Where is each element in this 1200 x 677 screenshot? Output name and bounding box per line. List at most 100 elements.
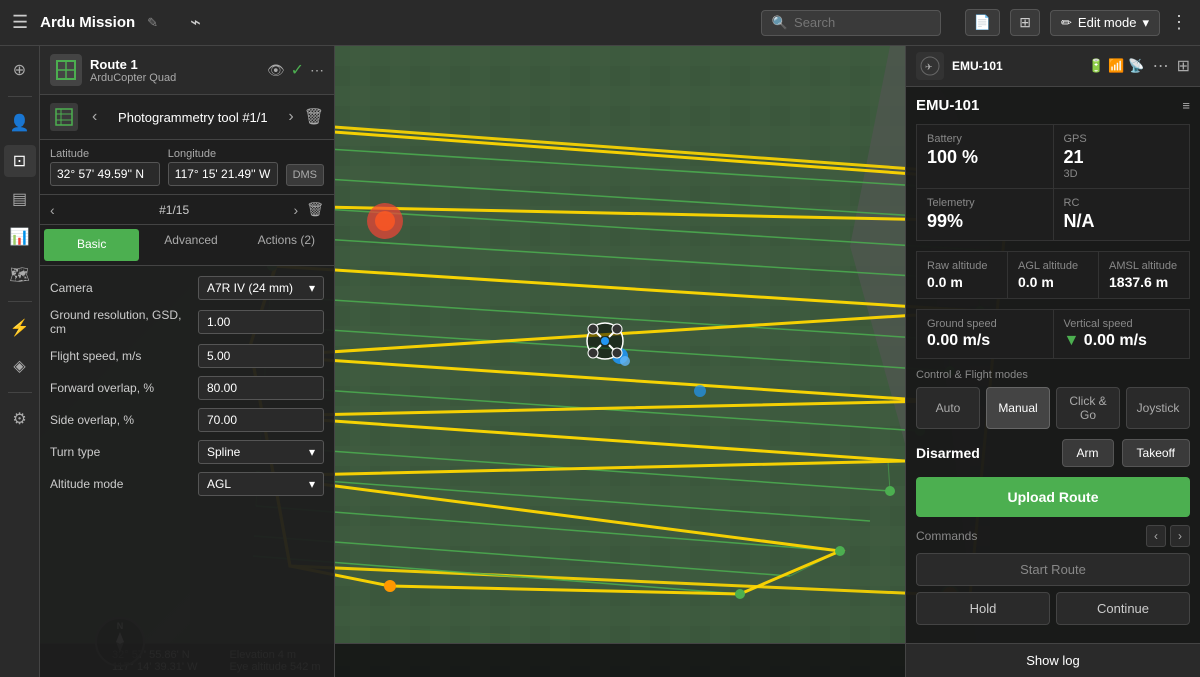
edit-mode-label: Edit mode — [1078, 15, 1137, 30]
altitude-mode-select[interactable]: AGL ▾ — [198, 472, 324, 496]
vertical-speed-label: Vertical speed — [1064, 318, 1180, 330]
route-panel: Route 1 ArduCopter Quad 👁 ✓ ⋯ ‹ Photogra… — [40, 46, 335, 677]
show-log-button[interactable]: Show log — [905, 643, 1200, 677]
agl-alt-cell: AGL altitude 0.0 m — [1008, 252, 1098, 298]
more-icon[interactable]: ⋮ — [1170, 12, 1188, 33]
visibility-icon[interactable]: 👁 — [267, 62, 285, 79]
search-icon: 🔍 — [772, 15, 788, 31]
mini-drone-more-icon[interactable]: ⋯ — [1153, 56, 1169, 76]
raw-alt-label: Raw altitude — [927, 260, 997, 272]
turn-type-label: Turn type — [50, 445, 190, 459]
speed-input[interactable] — [198, 344, 324, 368]
vertical-speed-number: 0.00 m/s — [1084, 332, 1147, 349]
sidebar-item-actions[interactable]: ⚡ — [4, 312, 36, 344]
gps-sub: 3D — [1064, 168, 1180, 180]
camera-select[interactable]: A7R IV (24 mm) ▾ — [198, 276, 324, 300]
sidebar-item-settings[interactable]: ⚙ — [4, 403, 36, 435]
agl-alt-label: AGL altitude — [1018, 260, 1088, 272]
latitude-group: Latitude — [50, 148, 160, 186]
altitude-mode-chevron: ▾ — [309, 477, 315, 491]
telemetry-value: 99% — [927, 211, 1043, 232]
upload-route-button[interactable]: Upload Route — [916, 477, 1190, 517]
param-speed: Flight speed, m/s — [50, 344, 324, 368]
tab-basic[interactable]: Basic — [44, 229, 139, 261]
dms-button[interactable]: DMS — [286, 164, 324, 186]
continue-button[interactable]: Continue — [1056, 592, 1190, 625]
sidebar-item-add[interactable]: ⊕ — [4, 54, 36, 86]
start-route-button[interactable]: Start Route — [916, 553, 1190, 586]
commands-next-btn[interactable]: › — [1170, 525, 1190, 547]
tab-actions[interactable]: Actions (2) — [239, 225, 334, 265]
wp-count: #1/15 — [63, 203, 286, 217]
longitude-input[interactable] — [168, 162, 278, 186]
side-overlap-input[interactable] — [198, 408, 324, 432]
vertical-speed-cell: Vertical speed ▼ 0.00 m/s — [1054, 310, 1190, 358]
latitude-input[interactable] — [50, 162, 160, 186]
menu-icon[interactable]: ☰ — [12, 12, 28, 33]
app-title: Ardu Mission — [40, 14, 135, 31]
route-more-icon[interactable]: ⋯ — [310, 62, 324, 79]
layers-icon-btn[interactable]: ⊞ — [1010, 9, 1040, 36]
param-altitude-mode: Altitude mode AGL ▾ — [50, 472, 324, 496]
mini-expand-icon[interactable]: ⊞ — [1177, 56, 1190, 76]
longitude-group: Longitude — [168, 148, 278, 186]
mini-drone-avatar: ✈ — [916, 52, 944, 80]
svg-text:✈: ✈ — [925, 62, 933, 72]
file-icon-btn[interactable]: 📄 — [965, 9, 1000, 36]
param-gsd: Ground resolution, GSD, cm — [50, 308, 324, 336]
telemetry-cell: Telemetry 99% — [917, 189, 1053, 240]
raw-alt-cell: Raw altitude 0.0 m — [917, 252, 1007, 298]
forward-overlap-input[interactable] — [198, 376, 324, 400]
camera-chevron: ▾ — [309, 281, 315, 295]
wp-next-btn[interactable]: › — [294, 202, 299, 218]
mini-drone-status-icons: 🔋 📶 📡 — [1088, 58, 1145, 74]
mode-joystick-btn[interactable]: Joystick — [1126, 387, 1190, 429]
telemetry-label: Telemetry — [927, 197, 1043, 209]
mode-click-go-btn[interactable]: Click & Go — [1056, 387, 1120, 429]
control-section-label: Control & Flight modes — [916, 369, 1190, 381]
flight-modes: Auto Manual Click & Go Joystick — [916, 387, 1190, 429]
search-input[interactable] — [794, 15, 914, 30]
amsl-alt-value: 1837.6 m — [1109, 274, 1179, 290]
altitude-mode-label: Altitude mode — [50, 477, 190, 491]
tab-advanced[interactable]: Advanced — [143, 225, 238, 265]
sidebar-item-connect[interactable]: ◈ — [4, 350, 36, 382]
amsl-alt-cell: AMSL altitude 1837.6 m — [1099, 252, 1189, 298]
hold-continue-row: Hold Continue — [916, 592, 1190, 625]
edit-mode-btn[interactable]: ✏ Edit mode ▾ — [1050, 10, 1160, 36]
sidebar-item-route[interactable]: ⊡ — [4, 145, 36, 177]
topbar-actions: 📄 ⊞ ✏ Edit mode ▾ ⋮ — [965, 9, 1188, 36]
ground-speed-cell: Ground speed 0.00 m/s — [917, 310, 1053, 358]
coords-row: Latitude Longitude DMS — [40, 140, 334, 195]
route-avatar — [50, 54, 82, 86]
gsd-input[interactable] — [198, 310, 324, 334]
turn-type-select[interactable]: Spline ▾ — [198, 440, 324, 464]
check-icon: ✓ — [291, 60, 304, 80]
tool-delete-btn[interactable]: 🗑 — [304, 107, 324, 127]
tool-prev-btn[interactable]: ‹ — [88, 106, 101, 128]
sidebar-item-mission[interactable]: ▤ — [4, 183, 36, 215]
commands-label: Commands — [916, 529, 977, 543]
edit-title-icon[interactable]: ✎ — [147, 15, 158, 31]
disarmed-row: Disarmed Arm Takeoff — [916, 439, 1190, 467]
sidebar-item-map[interactable]: 🗺 — [4, 259, 36, 291]
mode-manual-btn[interactable]: Manual — [986, 387, 1050, 429]
sidebar-item-profile[interactable]: 👤 — [4, 107, 36, 139]
commands-prev-btn[interactable]: ‹ — [1146, 525, 1166, 547]
right-panel: ✈ EMU-101 🔋 📶 📡 ⋯ ⊞ EMU-101 ≡ Battery 10… — [905, 46, 1200, 677]
rc-cell: RC N/A — [1054, 189, 1190, 240]
arm-button[interactable]: Arm — [1062, 439, 1114, 467]
emu-title: EMU-101 — [916, 97, 979, 114]
hold-button[interactable]: Hold — [916, 592, 1050, 625]
longitude-label: Longitude — [168, 148, 278, 160]
mode-auto-btn[interactable]: Auto — [916, 387, 980, 429]
wp-prev-btn[interactable]: ‹ — [50, 202, 55, 218]
tool-header: ‹ Photogrammetry tool #1/1 › 🗑 — [40, 95, 334, 140]
route-info: Route 1 ArduCopter Quad — [90, 57, 259, 84]
search-box[interactable]: 🔍 — [761, 10, 941, 36]
takeoff-button[interactable]: Takeoff — [1122, 439, 1190, 467]
emu-list-icon[interactable]: ≡ — [1182, 98, 1190, 113]
wp-delete-btn[interactable]: 🗑 — [306, 201, 324, 218]
sidebar-item-data[interactable]: 📊 — [4, 221, 36, 253]
tool-next-btn[interactable]: › — [284, 106, 297, 128]
